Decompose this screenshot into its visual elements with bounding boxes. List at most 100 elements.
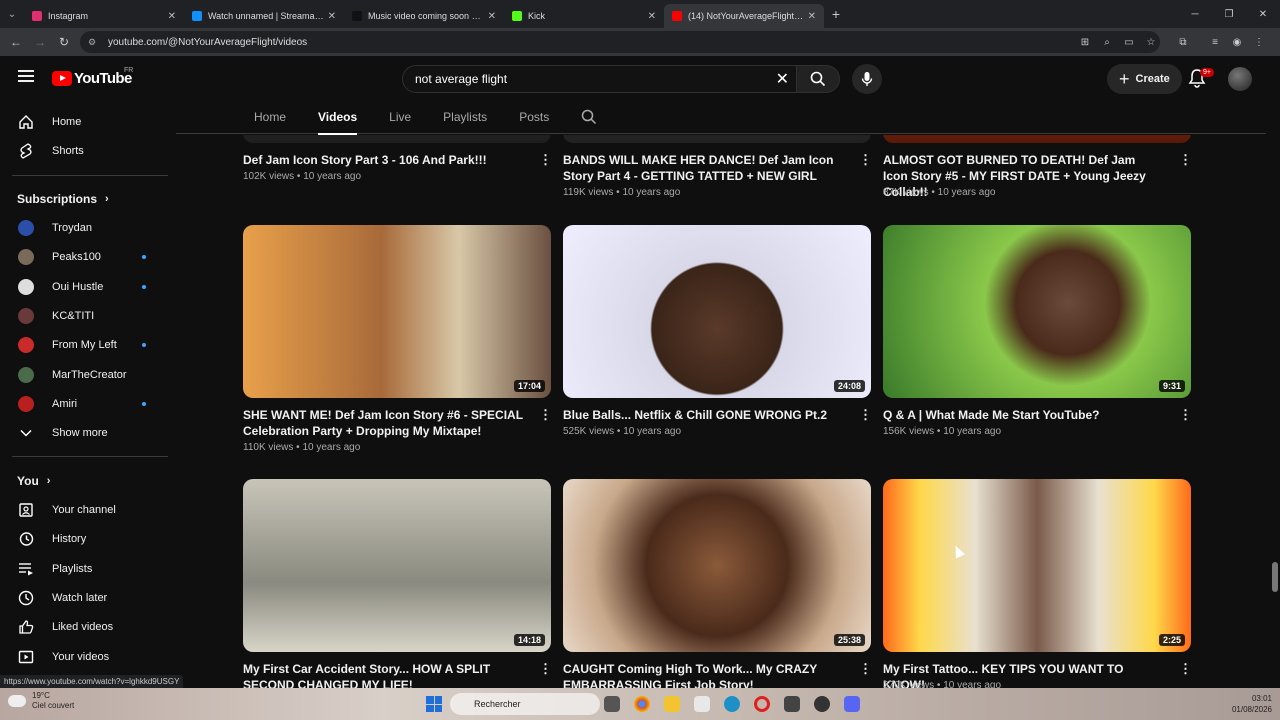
channel-search-icon[interactable] — [581, 100, 597, 134]
channel-tab[interactable]: Videos — [318, 100, 358, 135]
forward-icon[interactable]: → — [28, 35, 52, 49]
video-card[interactable]: 14:18 My First Car Accident Story... HOW … — [243, 479, 552, 688]
sidebar-item[interactable]: Oui Hustle — [0, 273, 170, 301]
more-options-icon[interactable]: ⋮ — [1179, 661, 1192, 677]
video-card[interactable]: ALMOST GOT BURNED TO DEATH! Def Jam Icon… — [883, 135, 1192, 210]
channel-tab[interactable]: Home — [254, 100, 286, 134]
video-thumbnail[interactable] — [883, 135, 1191, 143]
video-title[interactable]: Blue Balls... Netflix & Chill GONE WRONG… — [563, 407, 843, 423]
clear-search-icon[interactable]: ✕ — [776, 69, 789, 89]
more-options-icon[interactable]: ⋮ — [1179, 152, 1192, 168]
sidebar-item[interactable]: Troydan — [0, 214, 170, 242]
tab-search-icon[interactable]: ⌄ — [0, 0, 24, 28]
channel-tab[interactable]: Live — [389, 100, 411, 134]
sidebar-item[interactable]: Your videos — [0, 643, 170, 671]
cast-icon[interactable]: ▭ — [1118, 37, 1140, 48]
site-info-icon[interactable]: ⚙ — [88, 37, 100, 48]
profile-icon[interactable]: ◉ — [1226, 37, 1248, 48]
tab-close-icon[interactable]: ✕ — [648, 11, 656, 22]
edge-icon[interactable] — [724, 696, 740, 712]
video-card[interactable]: 25:38 CAUGHT Coming High To Work... My CR… — [563, 479, 872, 688]
windows-start-icon[interactable] — [426, 696, 442, 712]
video-card[interactable]: 2:25 My First Tattoo... KEY TIPS YOU WANT… — [883, 479, 1192, 688]
video-thumbnail[interactable] — [243, 135, 551, 143]
more-options-icon[interactable]: ⋮ — [859, 661, 872, 677]
subscriptions-heading[interactable]: Subscriptions › — [17, 192, 109, 206]
translate-icon[interactable]: ⊞ — [1074, 37, 1096, 48]
sidebar-item[interactable]: Shorts — [0, 137, 170, 165]
sidebar-item[interactable]: Peaks100 — [0, 243, 170, 271]
weather-widget[interactable]: 19°C Ciel couvert — [8, 691, 74, 711]
reload-icon[interactable]: ↻ — [52, 35, 76, 49]
page-scrollbar[interactable] — [1270, 56, 1280, 688]
search-button[interactable] — [796, 65, 840, 93]
sidebar-item[interactable]: Liked videos — [0, 613, 170, 641]
search-input[interactable]: not average flight ✕ — [402, 65, 798, 93]
tab-close-icon[interactable]: ✕ — [168, 11, 176, 22]
sidebar-item[interactable]: KC&TITI — [0, 302, 170, 330]
channel-tab[interactable]: Playlists — [443, 100, 487, 134]
browser-tab[interactable]: Instagram ✕ — [24, 4, 184, 28]
browser-tab[interactable]: Kick ✕ — [504, 4, 664, 28]
sidebar-item[interactable]: From My Left — [0, 331, 170, 359]
new-tab-button[interactable]: + — [824, 6, 848, 22]
channel-tab[interactable]: Posts — [519, 100, 549, 134]
maximize-icon[interactable]: ❐ — [1212, 9, 1246, 20]
voice-search-button[interactable] — [852, 64, 882, 94]
video-title[interactable]: Def Jam Icon Story Part 3 - 106 And Park… — [243, 152, 523, 168]
media-icon[interactable]: ≡ — [1204, 37, 1226, 48]
menu-icon[interactable] — [18, 70, 34, 82]
video-card[interactable]: 17:04 SHE WANT ME! Def Jam Icon Story #6 … — [243, 225, 552, 465]
video-thumbnail[interactable]: 2:25 — [883, 479, 1191, 652]
more-options-icon[interactable]: ⋮ — [859, 407, 872, 423]
store-icon[interactable] — [694, 696, 710, 712]
back-icon[interactable]: ← — [4, 35, 28, 49]
more-options-icon[interactable]: ⋮ — [539, 407, 552, 423]
video-card[interactable]: BANDS WILL MAKE HER DANCE! Def Jam Icon … — [563, 135, 872, 210]
video-title[interactable]: My First Car Accident Story... HOW A SPL… — [243, 661, 523, 688]
app-icon-2[interactable] — [814, 696, 830, 712]
browser-tab[interactable]: Music video coming soon 😉 | ✕ — [344, 4, 504, 28]
video-thumbnail[interactable] — [563, 135, 871, 143]
sidebar-item[interactable]: MarTheCreator — [0, 361, 170, 389]
sidebar-item[interactable]: Playlists — [0, 555, 170, 583]
chrome-icon[interactable] — [634, 696, 650, 712]
url-field[interactable]: ⚙ youtube.com/@NotYourAverageFlight/vide… — [80, 31, 1160, 53]
video-thumbnail[interactable]: 17:04 — [243, 225, 551, 398]
sidebar-item[interactable]: Home — [0, 108, 170, 136]
app-icon-1[interactable] — [784, 696, 800, 712]
file-explorer-icon[interactable] — [664, 696, 680, 712]
video-title[interactable]: CAUGHT Coming High To Work... My CRAZY E… — [563, 661, 843, 688]
more-options-icon[interactable]: ⋮ — [1179, 407, 1192, 423]
browser-tab[interactable]: Watch unnamed | Streamable ✕ — [184, 4, 344, 28]
tab-close-icon[interactable]: ✕ — [808, 11, 816, 22]
sidebar-item[interactable]: History — [0, 525, 170, 553]
zoom-icon[interactable]: ⌕ — [1096, 37, 1118, 48]
tab-close-icon[interactable]: ✕ — [328, 11, 336, 22]
sidebar-item[interactable]: Watch later — [0, 584, 170, 612]
create-button[interactable]: + Create — [1107, 64, 1182, 94]
task-view-icon[interactable] — [604, 696, 620, 712]
more-options-icon[interactable]: ⋮ — [539, 661, 552, 677]
video-card[interactable]: 24:08 Blue Balls... Netflix & Chill GONE … — [563, 225, 872, 465]
avatar[interactable] — [1228, 67, 1252, 91]
opera-icon[interactable] — [754, 696, 770, 712]
more-options-icon[interactable]: ⋮ — [859, 152, 872, 168]
video-title[interactable]: Q & A | What Made Me Start YouTube? — [883, 407, 1163, 423]
taskbar-search[interactable]: Rechercher — [450, 693, 600, 715]
video-thumbnail[interactable]: 24:08 — [563, 225, 871, 398]
extensions-icon[interactable]: ⧉ — [1172, 37, 1194, 48]
minimize-icon[interactable]: ─ — [1178, 9, 1212, 20]
taskbar-clock[interactable]: 03:01 01/08/2026 — [1232, 693, 1272, 715]
sidebar-item[interactable]: Your channel — [0, 496, 170, 524]
sidebar-item[interactable]: Show more — [0, 419, 170, 447]
you-heading[interactable]: You › — [17, 474, 50, 488]
video-card[interactable]: 9:31 Q & A | What Made Me Start YouTube? 1… — [883, 225, 1192, 465]
video-thumbnail[interactable]: 9:31 — [883, 225, 1191, 398]
sidebar-item[interactable]: Amiri — [0, 390, 170, 418]
video-thumbnail[interactable]: 14:18 — [243, 479, 551, 652]
more-options-icon[interactable]: ⋮ — [539, 152, 552, 168]
browser-tab[interactable]: (14) NotYourAverageFlight - Yo ✕ — [664, 4, 824, 28]
tab-close-icon[interactable]: ✕ — [488, 11, 496, 22]
scrollbar-thumb[interactable] — [1272, 562, 1278, 592]
